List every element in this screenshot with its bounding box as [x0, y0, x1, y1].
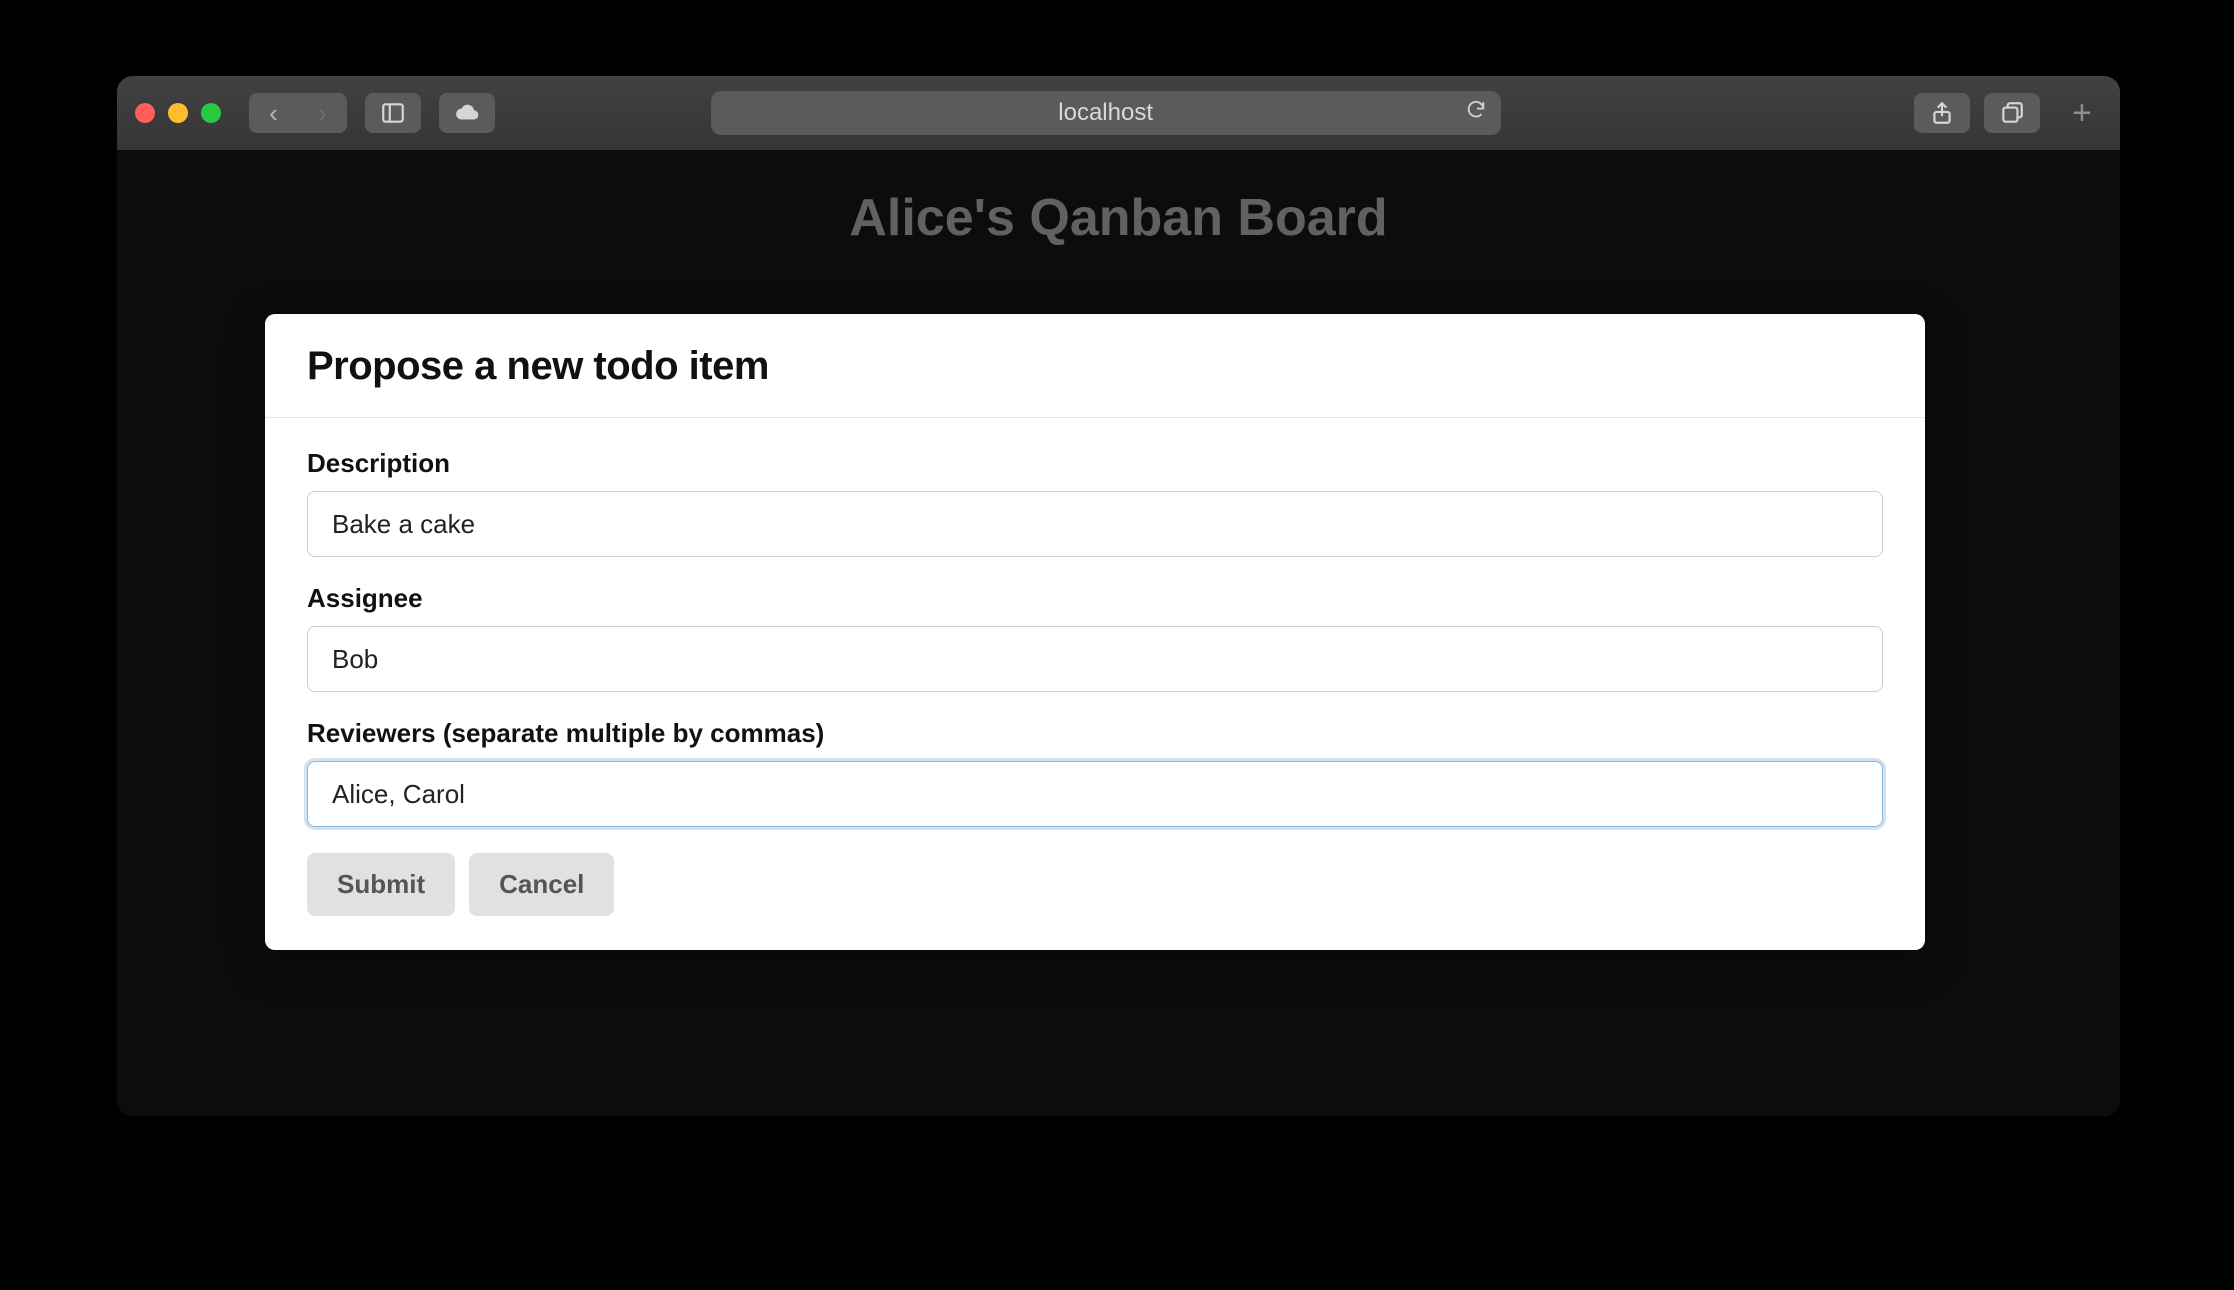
traffic-lights	[135, 103, 221, 123]
submit-button[interactable]: Submit	[307, 853, 455, 916]
assignee-label: Assignee	[307, 583, 1883, 614]
description-field: Description	[307, 448, 1883, 557]
share-button[interactable]	[1914, 93, 1970, 133]
browser-window: ‹ › localhost	[117, 76, 2120, 1116]
browser-titlebar: ‹ › localhost	[117, 76, 2120, 150]
nav-buttons: ‹ ›	[249, 93, 347, 133]
chevron-left-icon: ‹	[269, 98, 278, 129]
modal-title: Propose a new todo item	[307, 344, 1883, 389]
cloud-button[interactable]	[439, 93, 495, 133]
url-bar[interactable]: localhost	[711, 91, 1501, 135]
reviewers-input[interactable]	[307, 761, 1883, 827]
sidebar-toggle-button[interactable]	[365, 93, 421, 133]
titlebar-right: +	[1914, 93, 2102, 133]
reload-icon	[1465, 99, 1487, 121]
new-tab-button[interactable]: +	[2062, 94, 2102, 133]
assignee-field: Assignee	[307, 583, 1883, 692]
window-zoom-icon[interactable]	[201, 103, 221, 123]
modal-body: Description Assignee Reviewers (separate…	[265, 418, 1925, 950]
plus-icon: +	[2072, 94, 2092, 133]
tabs-button[interactable]	[1984, 93, 2040, 133]
modal-buttons: Submit Cancel	[307, 853, 1883, 916]
share-icon	[1929, 100, 1955, 126]
reviewers-label: Reviewers (separate multiple by commas)	[307, 718, 1883, 749]
sidebar-icon	[380, 100, 406, 126]
modal-header: Propose a new todo item	[265, 314, 1925, 418]
description-input[interactable]	[307, 491, 1883, 557]
window-close-icon[interactable]	[135, 103, 155, 123]
description-label: Description	[307, 448, 1883, 479]
chevron-right-icon: ›	[318, 98, 327, 129]
url-text: localhost	[1058, 99, 1153, 127]
reviewers-field: Reviewers (separate multiple by commas)	[307, 718, 1883, 827]
reload-button[interactable]	[1465, 99, 1487, 128]
assignee-input[interactable]	[307, 626, 1883, 692]
back-button[interactable]: ‹	[249, 93, 298, 133]
page-content: Alice's Qanban Board Propose a new todo …	[117, 150, 2120, 1116]
cancel-button[interactable]: Cancel	[469, 853, 614, 916]
cloud-icon	[454, 100, 480, 126]
tabs-icon	[1999, 100, 2025, 126]
new-todo-modal: Propose a new todo item Description Assi…	[265, 314, 1925, 950]
forward-button[interactable]: ›	[298, 93, 347, 133]
window-minimize-icon[interactable]	[168, 103, 188, 123]
